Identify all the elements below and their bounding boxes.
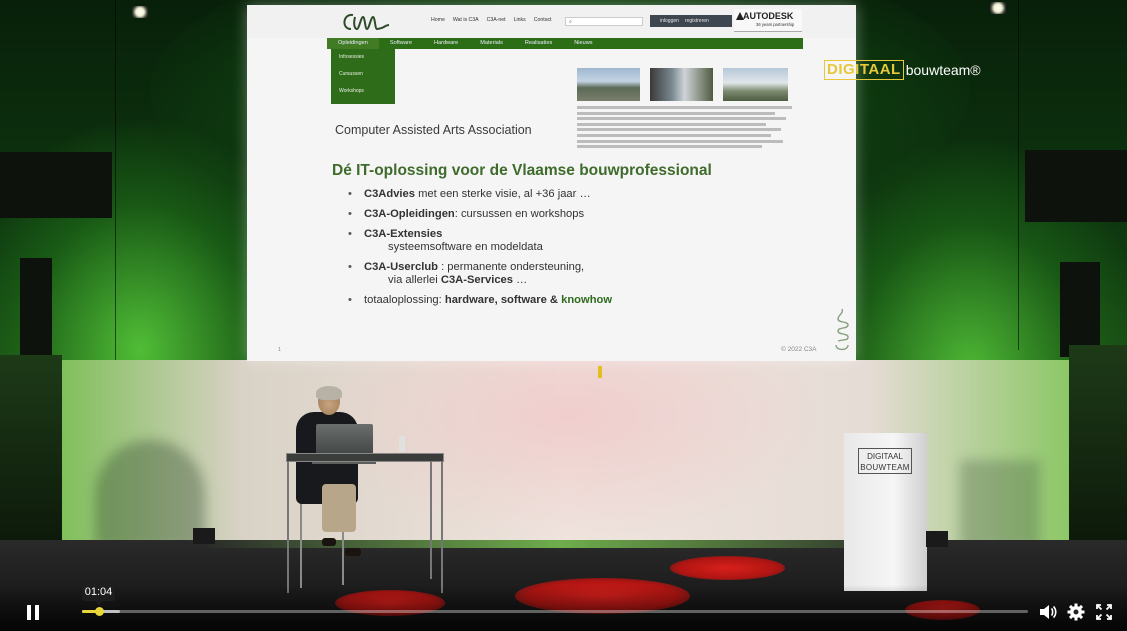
digitaal-bouwteam-logo: DIGITAAL bouwteam® [824,59,981,80]
slide-login-bar: inloggen registreren [650,15,732,27]
progress-bar[interactable] [82,607,1028,616]
presenter-shoe [322,538,336,546]
fullscreen-icon [1096,604,1112,620]
rigging-cable [1018,0,1019,350]
building-photo [577,68,640,101]
slide-nav-item: Wat is C3A [452,17,479,23]
pause-icon [27,605,31,620]
video-frame[interactable]: Home Wat is C3A C3A-net Links Contact ⌕ … [0,0,1127,631]
c3a-vertical-logo-icon [835,308,849,351]
slide-dropdown-item: Workshops [339,88,364,94]
stage-lamp [132,6,148,18]
building-photo [650,68,713,101]
settings-button[interactable] [1066,602,1086,622]
slide-dropdown: Infosessies Cursussen Workshops [331,49,395,104]
slide-menu-item: Realisaties [524,40,553,46]
desk-leg [441,461,443,593]
scrub-handle[interactable] [95,607,105,616]
presenter-shoe [345,548,361,556]
desk-leg [430,461,432,579]
presenter-hair [316,386,342,400]
slide-nav-item: Home [431,17,445,23]
rigging-cable [115,0,116,360]
slide-copyright: © 2022 C3A [781,346,817,353]
slide-menu-item: Hardware [433,40,459,46]
slide-menu-bar: Opleidingen Software Hardware Materials … [327,38,803,49]
slide-nav-item: Links [513,17,526,23]
lectern-logo-plate: DIGITAAL BOUWTEAM [858,448,912,474]
settings-gear-icon [1067,603,1085,621]
slide-dropdown-item: Cursussen [339,71,363,77]
pause-button[interactable] [22,603,44,623]
stage-lamp [990,2,1006,14]
logo-word: bouwteam® [905,61,981,78]
logo-boxed-word: DIGITAAL [824,59,904,80]
search-icon: ⌕ [569,19,572,25]
lectern-line: BOUWTEAM [860,463,910,472]
chair-leg [300,500,302,588]
slide-bullet: C3Advies met een sterke visie, al +36 ja… [348,188,612,201]
slide-register-link: registreren [684,18,709,24]
speaker-cabinet [1060,262,1100,357]
lectern-line: DIGITAAL [867,452,903,461]
slide-bullet: C3A-Extensiessysteemsoftware en modeldat… [348,228,612,254]
screen-marker [598,366,602,378]
slide-nav-item: Contact [533,17,552,23]
water-glass [399,436,405,452]
desk-leg [287,461,289,593]
slide-bullet-list: C3Advies met een sterke visie, al +36 ja… [348,188,612,314]
floor-light-strip [200,540,920,548]
floor-spotlight [670,556,785,580]
slide-menu-item: Software [389,40,412,46]
autodesk-badge: AUTODESK 36 years partnership [734,9,802,32]
video-player[interactable]: Home Wat is C3A C3A-net Links Contact ⌕ … [0,0,1127,631]
slide-bullet: C3A-Opleidingen: cursussen en workshops [348,208,612,221]
slide-headline: Dé IT-oplossing voor de Vlaamse bouwprof… [332,162,712,179]
building-photo [723,68,788,101]
projected-slide: Home Wat is C3A C3A-net Links Contact ⌕ … [247,5,856,361]
control-bar [0,585,1127,631]
slide-association-name: Computer Assisted Arts Association [335,123,532,137]
slide-menu-item: Materials [480,40,503,46]
slide-menu-item: Nieuws [574,40,593,46]
autodesk-brand: AUTODESK [743,11,794,21]
slide-menu-item: Opleidingen [327,38,379,49]
slide-page-number: 1 [278,347,282,353]
stage-monitor [193,528,215,544]
slide-dropdown-item: Infosessies [339,54,365,60]
slide-nav-item: C3A-net [486,17,506,23]
slide-fine-print [577,106,792,151]
fullscreen-button[interactable] [1094,602,1114,622]
slide-bullet: C3A-Userclub : permanente ondersteuning,… [348,261,612,287]
slide-bullet: totaaloplossing: hardware, software & kn… [348,294,612,307]
c3a-logo-icon [343,13,390,31]
presenter-desk [286,453,444,462]
stage-monitor [926,531,948,547]
speaker-cabinet [0,152,112,218]
slide-search-box: ⌕ [565,17,643,26]
slide-login-link: inloggen [660,18,679,24]
volume-icon [1040,605,1057,619]
volume-button[interactable] [1038,602,1058,622]
wall-shadow [960,460,1040,550]
autodesk-note: 36 years partnership [756,22,795,27]
speaker-cabinet [1025,150,1127,222]
speaker-cabinet [20,258,52,358]
slide-site-nav: Home Wat is C3A C3A-net Links Contact [431,17,552,23]
lectern: DIGITAAL BOUWTEAM [844,433,927,591]
presenter-legs [322,484,356,532]
wall-shadow [95,440,205,550]
time-tooltip: 01:04 [82,583,115,605]
